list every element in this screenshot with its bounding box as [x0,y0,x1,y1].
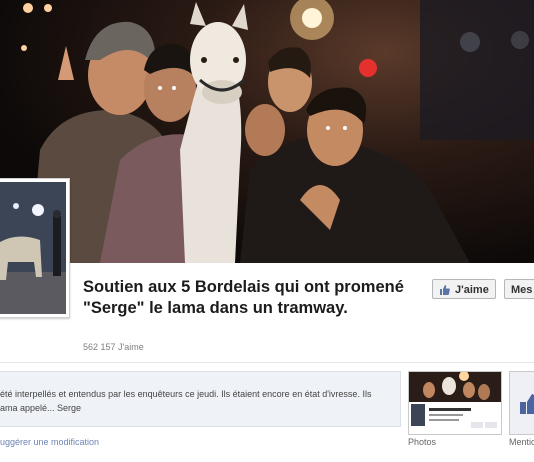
message-button[interactable]: Mes [504,279,534,299]
mentions-thumbs-up-icon [520,394,534,414]
profile-picture[interactable] [0,178,70,318]
about-line-2: ama appelé... Serge [0,403,82,413]
mentions-thumbnail[interactable] [509,371,534,435]
about-line-1: été interpellés et entendus par les enqu… [0,389,372,399]
mentions-link[interactable]: Mentio [509,437,534,447]
about-text: été interpellés et entendus par les enqu… [0,387,392,415]
like-button-label: J'aime [455,284,489,296]
like-button[interactable]: J'aime [432,279,496,299]
cover-photo[interactable] [0,0,534,263]
cover-photo-image [21,0,534,263]
page-title: Soutien aux 5 Bordelais qui ont promené … [83,278,404,317]
photos-thumbnail-image [409,372,501,434]
suggest-edit-link[interactable]: uggérer une modification [0,437,99,447]
photos-thumbnail[interactable] [408,371,502,435]
message-button-label: Mes [511,284,533,296]
divider [0,362,534,363]
likes-count: 562 157 J'aime [83,342,144,352]
profile-picture-image [0,182,66,314]
photos-link[interactable]: Photos [408,437,436,447]
thumbs-up-icon [439,283,451,303]
